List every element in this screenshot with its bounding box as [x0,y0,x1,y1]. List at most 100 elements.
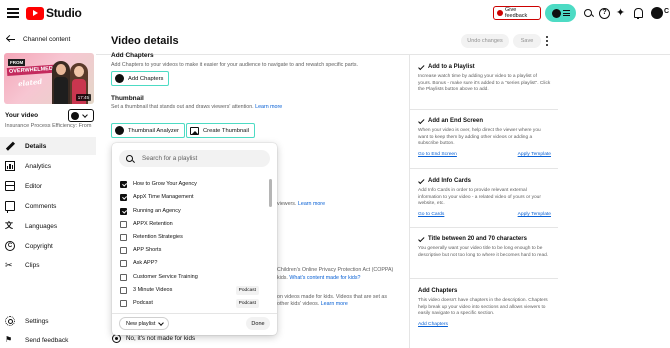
tip-card-links: Go to Cards Apply Template [418,212,551,217]
podcast-badge: Podcast [235,298,259,308]
playlist-option[interactable]: AppX Time Management [120,191,265,203]
more-options-icon[interactable] [546,36,549,46]
add-chapters-button[interactable]: Add Chapters [111,71,170,86]
tip-card-body: Add Info Cards in order to provide relev… [418,188,541,207]
sidebar-item-analytics[interactable]: Analytics [0,157,96,175]
checkbox[interactable] [120,299,127,307]
studio-logo[interactable]: Studio [26,6,82,20]
add-chapters-label: Add Chapters [128,75,164,82]
playlist-scrollbar[interactable] [269,179,272,207]
video-thumbnail[interactable]: FROM OVERWHELMED TO elated 17:45 [4,53,94,104]
top-bar: Studio Give feedback ? ✦ C [0,0,670,27]
sidebar-item-settings[interactable]: Settings [0,312,96,330]
sparkle-icon[interactable]: ✦ [615,8,626,19]
sidebar-item-copyright[interactable]: C Copyright [0,237,96,255]
undo-changes-button[interactable]: Undo changes [461,34,509,48]
checkbox[interactable] [120,207,127,215]
chapters-description: Add Chapters to your videos to make it e… [111,62,359,68]
learn-more-link[interactable]: Learn more [298,201,325,207]
playlist-option[interactable]: Customer Service Training [120,271,265,283]
check-icon [418,64,424,70]
go-to-cards-link[interactable]: Go to Cards [418,212,444,217]
playlist-option[interactable]: APPX Retention [120,218,265,230]
playlist-option[interactable]: Ask APP? [120,257,265,269]
right-panel: Add to a Playlist Increase watch time by… [409,55,558,348]
clips-icon: ✂ [5,260,13,270]
bell-icon[interactable] [632,8,643,19]
create-button[interactable] [545,4,576,22]
comments-icon [5,201,15,213]
checkbox[interactable] [120,180,127,188]
kids-notice-text: other kids' videos. [277,301,320,307]
sidebar-item-comments[interactable]: Comments [0,197,96,215]
tip-card-title: Add Chapters [418,288,458,294]
chapters-heading: Add Chapters [111,52,154,59]
logo-text: Studio [46,6,82,20]
back-to-channel-content[interactable]: Channel content [6,35,70,43]
checkbox[interactable] [120,246,127,254]
check-icon [418,178,424,184]
create-thumbnail-button[interactable]: Create Thumbnail [186,123,255,138]
playlist-option[interactable]: How to Grow Your Agency [120,178,265,190]
playlist-option-label: How to Grow Your Agency [133,181,197,187]
checkbox[interactable] [120,259,127,267]
playlist-option-label: APP Shorts [133,247,162,253]
thumbnail-analyzer-label: Thumbnail Analyzer [128,127,179,134]
pencil-icon [5,141,15,151]
video-duration: 17:45 [75,94,91,101]
kids-learn-more-link[interactable]: Learn more [321,301,348,307]
playlist-option[interactable]: 3 Minute Videos Podcast [120,284,265,296]
divider [410,227,558,228]
apply-template-link[interactable]: Apply Template [518,212,551,217]
kids-notice-line1: on videos made for kids. Videos that are… [277,294,388,300]
tip-card-body: You generally want your video title to b… [418,246,549,258]
new-playlist-button[interactable]: New playlist [119,317,170,330]
feedback-icon: ⚑ [5,335,13,344]
sidebar-item-details[interactable]: Details [0,137,96,155]
tip-card-add-chapters: Add Chapters This video doesn't have cha… [418,288,551,327]
thumbnail-learn-more-link[interactable]: Learn more [255,104,282,110]
tip-card-header: Title between 20 and 70 characters [418,236,551,242]
playlist-search[interactable] [119,150,270,167]
tip-card-body: Increase watch time by adding your video… [418,74,551,93]
menu-icon[interactable] [7,8,19,18]
save-button[interactable]: Save [513,34,541,48]
playlist-option[interactable]: APP Shorts [120,244,265,256]
thumbnail-analyzer-button[interactable]: Thumbnail Analyzer [111,123,185,138]
sidebar-item-editor[interactable]: Editor [0,177,96,195]
search-icon[interactable] [583,8,594,19]
popup-divider [112,313,277,314]
sidebar-item-send-feedback[interactable]: ⚑ Send feedback [0,331,96,348]
coppa-text: Children's Online Privacy Protection Act… [277,267,394,273]
channel-avatar-icon [551,8,561,18]
check-icon [418,236,424,242]
sidebar-item-languages[interactable]: 文 Languages [0,217,96,235]
checkbox[interactable] [120,193,127,201]
checkbox[interactable] [120,220,127,228]
checkbox[interactable] [120,233,127,241]
divider [410,278,558,279]
help-icon[interactable]: ? [599,8,610,19]
back-label: Channel content [23,35,71,43]
sidebar-item-clips[interactable]: ✂ Clips [0,256,96,274]
visibility-icon [71,111,79,120]
go-to-end-screen-link[interactable]: Go to End Screen [418,152,457,157]
avatar[interactable] [651,7,663,19]
apply-template-link[interactable]: Apply Template [518,152,551,157]
playlist-option-label: Ask APP? [133,260,158,266]
playlist-option[interactable]: Podcast Podcast [120,297,265,309]
checkbox[interactable] [120,273,127,281]
checkbox[interactable] [120,286,127,294]
tip-card-title-length: Title between 20 and 70 characters You g… [418,236,551,259]
made-for-kids-link[interactable]: What's content made for kids? [289,275,360,281]
tip-card-end-screen: Add an End Screen When your video is ove… [418,118,551,157]
playlist-search-input[interactable] [142,155,262,162]
tip-card-header: Add to a Playlist [418,64,551,70]
add-chapters-link[interactable]: Add Chapters [418,322,448,327]
not-made-for-kids-radio[interactable] [112,334,121,343]
visibility-selector[interactable] [68,109,94,122]
give-feedback-button[interactable]: Give feedback [493,6,541,20]
playlist-option[interactable]: Running an Agency [120,205,265,217]
done-button[interactable]: Done [246,317,270,330]
playlist-option[interactable]: Retention Strategies [120,231,265,243]
